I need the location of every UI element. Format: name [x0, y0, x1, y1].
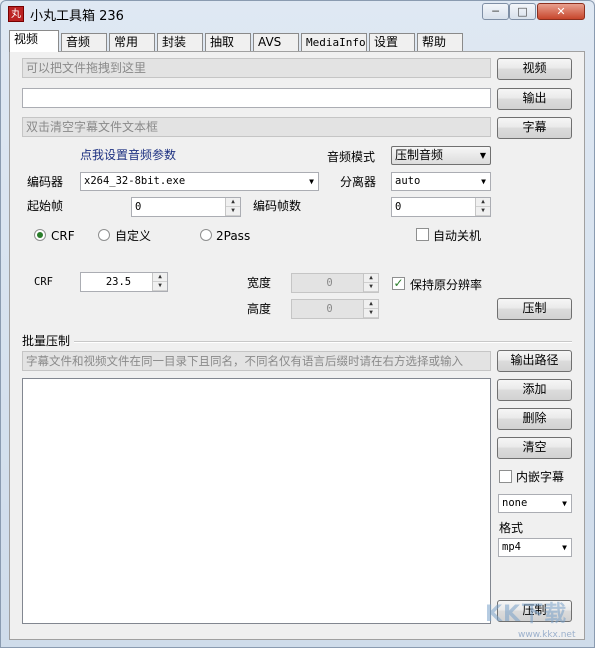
- chevron-down-icon: ▼: [562, 499, 567, 508]
- start-frame-value: 0: [135, 201, 142, 213]
- chevron-down-icon: ▼: [309, 177, 314, 186]
- output-button[interactable]: 输出: [497, 88, 572, 110]
- app-icon: 丸: [8, 6, 24, 22]
- delete-button[interactable]: 删除: [497, 408, 572, 430]
- auto-shutdown-checkbox[interactable]: [416, 228, 429, 241]
- format-value: mp4: [502, 541, 521, 553]
- tab-avs[interactable]: AVS: [253, 33, 299, 51]
- subtitle-lang-value: none: [502, 497, 528, 509]
- format-select[interactable]: mp4 ▼: [498, 538, 572, 557]
- encode-button[interactable]: 压制: [497, 298, 572, 320]
- tab-settings[interactable]: 设置: [369, 33, 415, 51]
- format-label: 格式: [499, 521, 524, 535]
- crf-value: 23.5: [105, 276, 132, 288]
- output-path-button[interactable]: 输出路径: [497, 350, 572, 372]
- height-input[interactable]: 0 ▲ ▼: [291, 299, 379, 319]
- height-label: 高度: [247, 302, 272, 316]
- radio-2pass[interactable]: [200, 229, 212, 241]
- frames-input[interactable]: 0 ▲ ▼: [391, 197, 491, 217]
- keep-resolution-label: 保持原分辨率: [410, 278, 483, 292]
- subtitle-lang-select[interactable]: none ▼: [498, 494, 572, 513]
- splitter-label: 分离器: [340, 175, 377, 189]
- batch-section-label: 批量压制: [22, 334, 71, 348]
- spin-down-icon[interactable]: ▼: [226, 207, 240, 216]
- tab-mux[interactable]: 封装: [157, 33, 203, 51]
- splitter-value: auto: [395, 175, 421, 187]
- width-label: 宽度: [247, 276, 272, 290]
- tab-mediainfo[interactable]: MediaInfo: [301, 33, 367, 51]
- radio-2pass-label[interactable]: 2Pass: [216, 228, 250, 244]
- tab-extract[interactable]: 抽取: [205, 33, 251, 51]
- crf-input[interactable]: 23.5 ▲ ▼: [80, 272, 168, 292]
- spin-down-icon: ▼: [364, 283, 378, 292]
- video-file-field[interactable]: 可以把文件拖拽到这里: [22, 58, 491, 78]
- height-value: 0: [326, 303, 333, 315]
- audio-mode-select[interactable]: 压制音频 ▼: [391, 146, 491, 165]
- tab-audio[interactable]: 音频: [61, 33, 107, 51]
- title-bar: 丸 小丸工具箱 236 ─ □ ✕: [0, 0, 595, 28]
- spin-up-icon: ▲: [364, 274, 378, 283]
- clear-button[interactable]: 清空: [497, 437, 572, 459]
- spin-up-icon[interactable]: ▲: [153, 273, 167, 282]
- radio-custom-label[interactable]: 自定义: [115, 228, 151, 244]
- radio-crf-label[interactable]: CRF: [51, 228, 75, 244]
- width-input[interactable]: 0 ▲ ▼: [291, 273, 379, 293]
- close-button[interactable]: ✕: [537, 3, 585, 20]
- spin-down-icon[interactable]: ▼: [153, 282, 167, 291]
- radio-crf[interactable]: [34, 229, 46, 241]
- start-frame-spinner[interactable]: ▲ ▼: [225, 198, 240, 216]
- add-button[interactable]: 添加: [497, 379, 572, 401]
- audio-settings-link[interactable]: 点我设置音频参数: [80, 147, 176, 163]
- batch-file-list[interactable]: [22, 378, 491, 624]
- encoder-select[interactable]: x264_32-8bit.exe ▼: [80, 172, 319, 191]
- width-spinner: ▲ ▼: [363, 274, 378, 292]
- audio-mode-label: 音频模式: [327, 150, 376, 164]
- watermark-logo: KK下载: [485, 602, 568, 627]
- crf-label: CRF: [34, 276, 53, 288]
- output-file-field[interactable]: [22, 88, 491, 108]
- frames-value: 0: [395, 201, 402, 213]
- spin-up-icon[interactable]: ▲: [476, 198, 490, 207]
- spin-down-icon: ▼: [364, 309, 378, 318]
- subtitle-file-field[interactable]: 双击清空字幕文件文本框: [22, 117, 491, 137]
- start-frame-label: 起始帧: [27, 199, 64, 213]
- start-frame-input[interactable]: 0 ▲ ▼: [131, 197, 241, 217]
- subtitle-button[interactable]: 字幕: [497, 117, 572, 139]
- chevron-down-icon: ▼: [562, 543, 567, 552]
- encoder-label: 编码器: [27, 175, 64, 189]
- frames-label: 编码帧数: [253, 199, 302, 213]
- chevron-down-icon: ▼: [481, 177, 486, 186]
- embed-subtitle-label: 内嵌字幕: [516, 470, 565, 484]
- spin-up-icon[interactable]: ▲: [226, 198, 240, 207]
- spin-up-icon: ▲: [364, 300, 378, 309]
- chevron-down-icon: ▼: [479, 151, 486, 160]
- radio-custom[interactable]: [98, 229, 110, 241]
- video-button[interactable]: 视频: [497, 58, 572, 80]
- audio-mode-value: 压制音频: [395, 148, 444, 162]
- maximize-button[interactable]: □: [509, 3, 536, 20]
- tab-video[interactable]: 视频: [9, 30, 59, 52]
- spin-down-icon[interactable]: ▼: [476, 207, 490, 216]
- encoder-value: x264_32-8bit.exe: [84, 175, 186, 187]
- watermark-url: www.kkx.net: [518, 630, 576, 640]
- auto-shutdown-label: 自动关机: [433, 229, 482, 243]
- frames-spinner[interactable]: ▲ ▼: [475, 198, 490, 216]
- tab-common[interactable]: 常用: [109, 33, 155, 51]
- minimize-button[interactable]: ─: [482, 3, 509, 20]
- crf-spinner[interactable]: ▲ ▼: [152, 273, 167, 291]
- tab-help[interactable]: 帮助: [417, 33, 463, 51]
- width-value: 0: [326, 277, 333, 289]
- window-title: 小丸工具箱 236: [30, 9, 124, 24]
- batch-divider: [74, 341, 572, 343]
- keep-resolution-checkbox[interactable]: ✓: [392, 277, 405, 290]
- height-spinner: ▲ ▼: [363, 300, 378, 318]
- batch-hint-field[interactable]: 字幕文件和视频文件在同一目录下且同名，不同名仅有语言后缀时请在右方选择或输入: [22, 351, 491, 371]
- splitter-select[interactable]: auto ▼: [391, 172, 491, 191]
- embed-subtitle-checkbox[interactable]: [499, 470, 512, 483]
